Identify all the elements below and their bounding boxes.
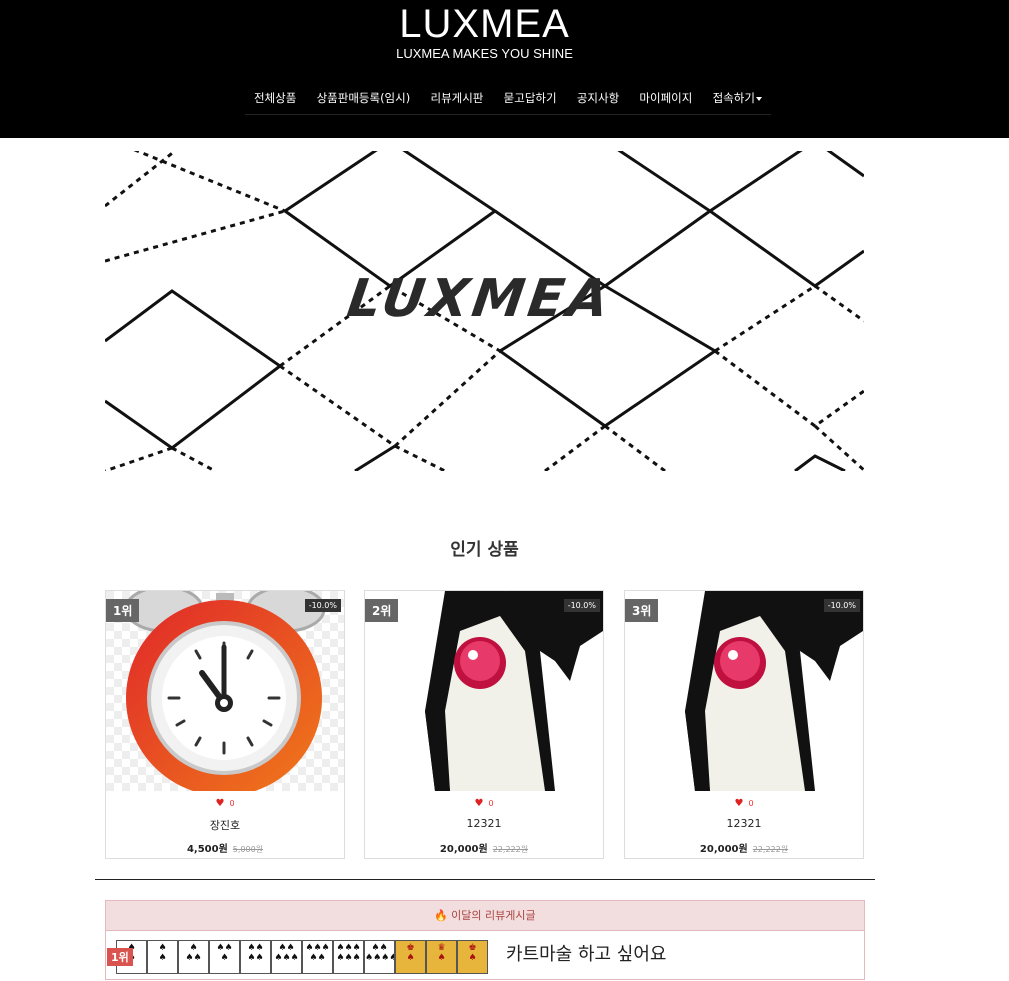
caret-down-icon — [755, 96, 762, 101]
site-header: LUXMEA LUXMEA MAKES YOU SHINE 전체상품 상품판매등… — [0, 0, 1009, 138]
review-panel-title: 이달의 리뷰게시글 — [451, 909, 536, 922]
site-subtitle: LUXMEA MAKES YOU SHINE — [396, 46, 573, 61]
playing-card-icon: ♛ ♠ — [426, 940, 457, 974]
product-card[interactable]: 1위 -10.0% ♥ 0 장진호 4,500원 5,000원 — [105, 590, 345, 859]
discount-badge: -10.0% — [304, 599, 341, 612]
sale-price: 20,000원 — [699, 844, 748, 855]
playing-card-icon: ♠♠ ♠♠ — [240, 940, 271, 974]
like-count-value: 0 — [748, 799, 754, 808]
sale-price: 4,500원 — [186, 844, 228, 855]
review-panel-header: 🔥 이달의 리뷰게시글 — [106, 901, 864, 931]
fire-icon: 🔥 — [434, 909, 449, 922]
discount-badge: -10.0% — [823, 599, 860, 612]
rank-badge: 3위 — [625, 599, 659, 622]
nav-review-board[interactable]: 리뷰게시판 — [430, 84, 483, 114]
monthly-review-panel: 🔥 이달의 리뷰게시글 ♠ ♠ ♠ ♠ ♠ ♠♠ ♠ ♠♠ ♠♠ ♠♠ ♠♠♠ ♠♠ ♠ ♠♠ ♠… — [105, 900, 865, 980]
original-price: 5,000원 — [232, 845, 264, 854]
nav-all-products[interactable]: 전체상품 — [254, 84, 296, 114]
review-rank-badge: 1위 — [107, 948, 133, 966]
playing-card-icon: ♚ ♠ — [395, 940, 426, 974]
site-title[interactable]: LUXMEA — [0, 2, 969, 47]
playing-card-icon: ♠♠♠♠♠♠ — [364, 940, 395, 974]
main-nav: 전체상품 상품판매등록(임시) 리뷰게시판 묻고답하기 공지사항 마이페이지 접… — [245, 84, 771, 115]
rank-badge: 1위 — [106, 599, 140, 622]
popular-section-title: 인기 상품 — [450, 540, 519, 560]
original-price: 22,222원 — [492, 845, 529, 854]
like-count[interactable]: ♥ 0 — [625, 798, 863, 809]
duke-mascot-icon — [625, 591, 863, 791]
playing-card-icon: ♠♠ — [147, 940, 178, 974]
like-count[interactable]: ♥ 0 — [106, 798, 344, 809]
banner-logo: LUXMEA — [343, 269, 617, 329]
price-row: 4,500원 5,000원 — [106, 840, 344, 855]
nav-login-label: 접속하기 — [712, 91, 755, 105]
original-price: 22,222원 — [752, 845, 789, 854]
product-name[interactable]: 12321 — [625, 817, 863, 830]
like-count-value: 0 — [229, 799, 235, 808]
sale-price: 20,000원 — [439, 844, 488, 855]
nav-mypage[interactable]: 마이페이지 — [639, 84, 692, 114]
playing-card-icon: ♚ ♠ — [457, 940, 488, 974]
playing-card-icon: ♠♠♠♠♠♠ — [333, 940, 364, 974]
review-title[interactable]: 카트마술 하고 싶어요 — [506, 940, 666, 966]
product-name[interactable]: 12321 — [365, 817, 603, 830]
price-row: 20,000원 22,222원 — [625, 840, 863, 855]
discount-badge: -10.0% — [563, 599, 600, 612]
heart-icon[interactable]: ♥ — [734, 798, 743, 809]
duke-mascot-icon — [365, 591, 603, 791]
product-image[interactable]: 2위 -10.0% — [365, 591, 603, 791]
rank-badge: 2위 — [365, 599, 399, 622]
product-image[interactable]: 1위 -10.0% — [106, 591, 344, 791]
like-count[interactable]: ♥ 0 — [365, 798, 603, 809]
playing-card-icon: ♠♠♠♠♠ — [271, 940, 302, 974]
product-name[interactable]: 장진호 — [106, 817, 344, 833]
price-row: 20,000원 22,222원 — [365, 840, 603, 855]
review-thumbnail[interactable]: ♠ ♠ ♠ ♠ ♠ ♠♠ ♠ ♠♠ ♠♠ ♠♠ ♠♠♠ ♠♠ ♠ ♠♠ ♠♠ ♠ ♠♠♠ ♠♠ ♠♠… — [116, 940, 488, 974]
alarm-clock-icon — [106, 591, 344, 791]
heart-icon[interactable]: ♥ — [215, 798, 224, 809]
product-card[interactable]: 2위 -10.0% ♥ 0 12321 20,000원 22,222원 — [364, 590, 604, 859]
nav-notice[interactable]: 공지사항 — [577, 84, 619, 114]
nav-register-product[interactable]: 상품판매등록(임시) — [317, 84, 411, 114]
playing-card-icon: ♠♠♠ — [178, 940, 209, 974]
playing-card-icon: ♠♠♠ — [209, 940, 240, 974]
section-divider — [95, 879, 875, 880]
product-image[interactable]: 3위 -10.0% — [625, 591, 863, 791]
hero-banner[interactable]: LUXMEA — [105, 151, 864, 471]
heart-icon[interactable]: ♥ — [474, 798, 483, 809]
product-card[interactable]: 3위 -10.0% ♥ 0 12321 20,000원 22,222원 — [624, 590, 864, 859]
nav-qna[interactable]: 묻고답하기 — [504, 84, 557, 114]
playing-card-icon: ♠♠♠♠♠ — [302, 940, 333, 974]
nav-login-dropdown[interactable]: 접속하기 — [713, 84, 762, 114]
like-count-value: 0 — [488, 799, 494, 808]
